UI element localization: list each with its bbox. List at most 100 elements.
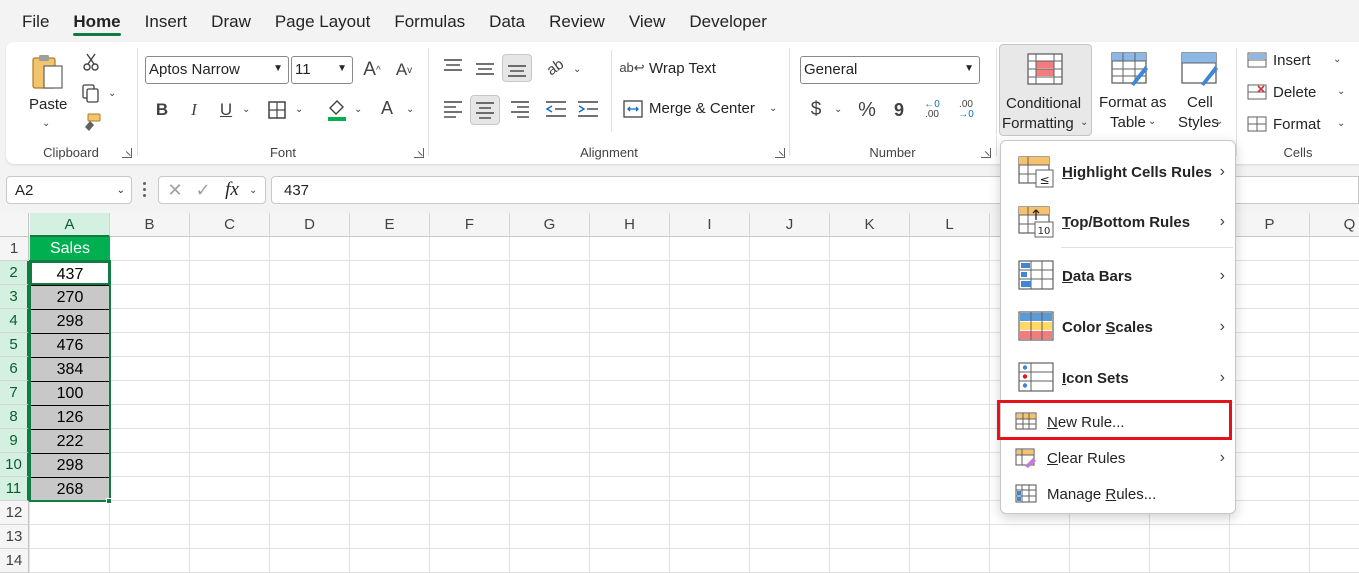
column-header-p[interactable]: P — [1230, 213, 1310, 237]
cell-a7[interactable]: 100 — [30, 381, 110, 405]
column-header-a[interactable]: A — [30, 213, 110, 237]
tab-draw[interactable]: Draw — [199, 0, 263, 42]
column-header-h[interactable]: H — [590, 213, 670, 237]
comma-style-icon[interactable]: 9 — [892, 98, 906, 122]
paste-button[interactable]: Paste ⌄ — [18, 50, 74, 130]
fill-color-icon[interactable] — [326, 98, 348, 122]
tab-insert[interactable]: Insert — [133, 0, 200, 42]
insert-cells-button[interactable]: Insert ⌄ — [1247, 50, 1347, 72]
row-header-12[interactable]: 12 — [0, 501, 29, 525]
function-dropdown-chevron[interactable]: ⌄ — [249, 185, 257, 196]
align-left-icon[interactable] — [443, 100, 463, 118]
tab-review[interactable]: Review — [537, 0, 617, 42]
decrease-indent-icon[interactable] — [545, 100, 567, 118]
menu-data-bars[interactable]: Data Bars › — [1001, 253, 1235, 299]
column-header-b[interactable]: B — [110, 213, 190, 237]
cell-a5[interactable]: 476 — [30, 333, 110, 357]
orientation-dropdown-chevron[interactable]: ⌄ — [573, 64, 581, 75]
format-cells-button[interactable]: Format ⌄ — [1247, 114, 1347, 136]
fill-handle[interactable] — [106, 498, 112, 504]
increase-decimal-icon[interactable]: ←0.00 — [920, 98, 944, 122]
cell-a11[interactable]: 268 — [30, 477, 110, 501]
align-right-icon[interactable] — [510, 100, 530, 118]
menu-manage-rules[interactable]: Manage Rules... — [1001, 477, 1235, 511]
menu-highlight-cells-rules[interactable]: ≤ Highlight Cells Rules › — [1001, 149, 1235, 195]
column-header-e[interactable]: E — [350, 213, 430, 237]
bold-icon[interactable]: B — [152, 98, 172, 122]
row-header-3[interactable]: 3 — [0, 285, 29, 309]
merge-center-button[interactable]: Merge & Center ⌄ — [621, 96, 781, 122]
row-header-9[interactable]: 9 — [0, 429, 29, 453]
font-color-dropdown-chevron[interactable]: ⌄ — [406, 104, 414, 115]
decrease-font-size-icon[interactable]: Av — [392, 58, 416, 82]
delete-cells-button[interactable]: Delete ⌄ — [1247, 82, 1347, 104]
row-header-11[interactable]: 11 — [0, 477, 29, 501]
fill-color-dropdown-chevron[interactable]: ⌄ — [354, 104, 362, 115]
row-header-5[interactable]: 5 — [0, 333, 29, 357]
align-center-button[interactable] — [470, 95, 500, 125]
number-format-select[interactable]: General ▼ — [800, 56, 980, 84]
cell-a8[interactable]: 126 — [30, 405, 110, 429]
currency-icon[interactable]: $ — [808, 98, 824, 122]
alignment-launcher-icon[interactable] — [775, 148, 785, 158]
select-all-corner[interactable] — [0, 213, 29, 237]
increase-indent-icon[interactable] — [577, 100, 599, 118]
row-header-6[interactable]: 6 — [0, 357, 29, 381]
row-header-4[interactable]: 4 — [0, 309, 29, 333]
font-size-select[interactable]: 11 ▼ — [291, 56, 353, 84]
tab-page-layout[interactable]: Page Layout — [263, 0, 382, 42]
borders-dropdown-chevron[interactable]: ⌄ — [295, 104, 303, 115]
name-box[interactable]: A2 ⌄ — [6, 176, 132, 204]
row-header-2[interactable]: 2 — [0, 261, 29, 285]
conditional-formatting-button[interactable]: Conditional Formatting ⌄ — [999, 44, 1092, 136]
tab-data[interactable]: Data — [477, 0, 537, 42]
percent-icon[interactable]: % — [856, 98, 878, 122]
row-header-7[interactable]: 7 — [0, 381, 29, 405]
font-name-select[interactable]: Aptos Narrow ▼ — [145, 56, 289, 84]
cell-styles-button[interactable]: Cell Styles ⌄ — [1169, 44, 1231, 136]
format-painter-icon[interactable] — [80, 112, 102, 134]
row-header-1[interactable]: 1 — [0, 237, 29, 261]
copy-dropdown-chevron[interactable]: ⌄ — [108, 88, 116, 99]
increase-font-size-icon[interactable]: A ^ — [360, 58, 384, 82]
insert-function-icon[interactable]: fx — [221, 179, 243, 201]
row-header-13[interactable]: 13 — [0, 525, 29, 549]
font-color-icon[interactable]: A — [377, 96, 397, 120]
tab-file[interactable]: File — [10, 0, 61, 42]
column-header-j[interactable]: J — [750, 213, 830, 237]
column-header-f[interactable]: F — [430, 213, 510, 237]
cell-a1-header[interactable]: Sales — [30, 237, 110, 261]
italic-icon[interactable]: I — [184, 98, 204, 122]
row-header-14[interactable]: 14 — [0, 549, 29, 573]
copy-icon[interactable] — [81, 83, 101, 103]
cell-a4[interactable]: 298 — [30, 309, 110, 333]
middle-align-icon[interactable] — [475, 60, 495, 78]
cell-a6[interactable]: 384 — [30, 357, 110, 381]
format-as-table-button[interactable]: Format as Table ⌄ — [1095, 44, 1167, 136]
menu-icon-sets[interactable]: Icon Sets › — [1001, 355, 1235, 401]
top-align-icon[interactable] — [443, 58, 463, 76]
menu-top-bottom-rules[interactable]: 10 Top/Bottom Rules › — [1001, 199, 1235, 245]
row-header-10[interactable]: 10 — [0, 453, 29, 477]
orientation-icon[interactable]: ab — [539, 51, 571, 83]
decrease-decimal-icon[interactable]: .00 →0 — [954, 98, 978, 122]
column-header-l[interactable]: L — [910, 213, 990, 237]
menu-clear-rules[interactable]: Clear Rules › — [1001, 441, 1235, 475]
column-header-d[interactable]: D — [270, 213, 350, 237]
tab-formulas[interactable]: Formulas — [382, 0, 477, 42]
column-header-q[interactable]: Q — [1310, 213, 1359, 237]
underline-dropdown-chevron[interactable]: ⌄ — [242, 104, 250, 115]
currency-dropdown-chevron[interactable]: ⌄ — [834, 104, 842, 115]
column-header-k[interactable]: K — [830, 213, 910, 237]
cell-a2[interactable]: 437 — [30, 261, 110, 285]
borders-icon[interactable] — [267, 100, 287, 120]
cell-a9[interactable]: 222 — [30, 429, 110, 453]
formula-bar-grip-icon[interactable] — [143, 182, 147, 198]
column-header-g[interactable]: G — [510, 213, 590, 237]
wrap-text-button[interactable]: ab↩ Wrap Text — [619, 56, 741, 82]
enter-check-icon[interactable]: ✓ — [193, 180, 213, 200]
cut-icon[interactable] — [82, 52, 100, 72]
column-header-i[interactable]: I — [670, 213, 750, 237]
cancel-icon[interactable]: ✕ — [165, 180, 185, 200]
underline-icon[interactable]: U — [216, 98, 236, 122]
